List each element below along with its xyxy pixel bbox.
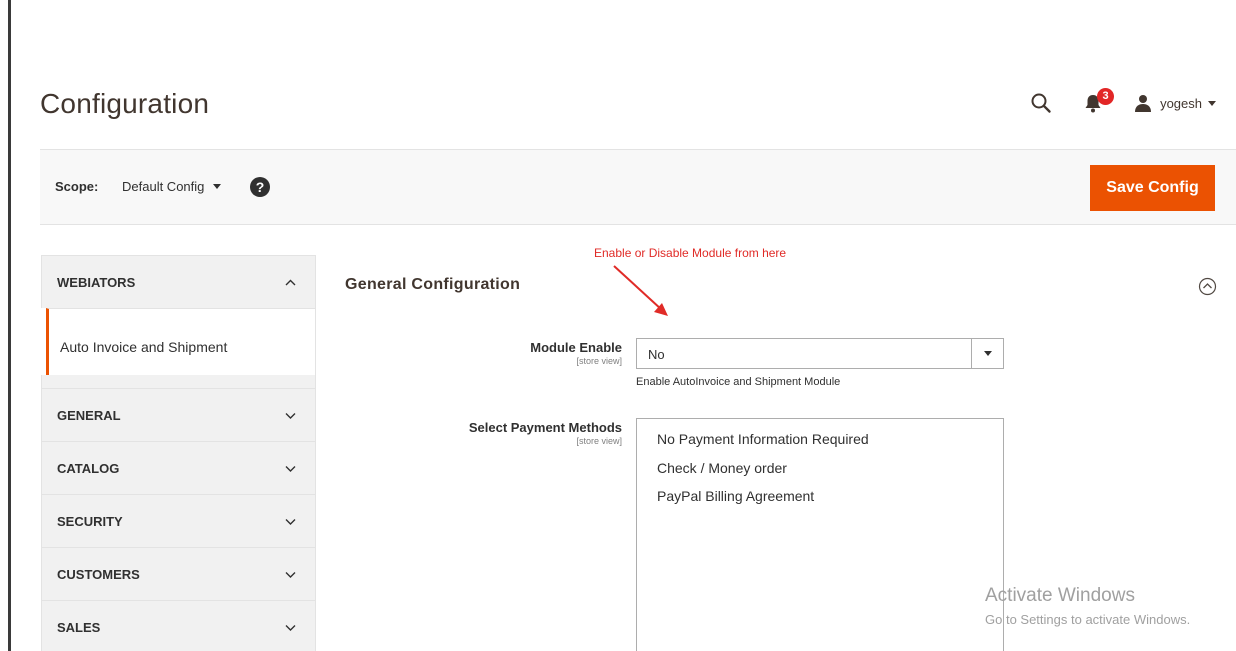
sidebar-divider [41, 375, 316, 388]
list-item[interactable]: PayPal Billing Agreement [657, 488, 814, 504]
chevron-down-icon [1208, 100, 1216, 106]
annotation-text: Enable or Disable Module from here [594, 246, 787, 260]
activate-windows-watermark: Activate Windows Go to Settings to activ… [985, 585, 1190, 627]
header-actions: 3 yogesh [1030, 88, 1216, 118]
module-enable-label: Module Enable [530, 340, 622, 355]
sidebar-section-webiators[interactable]: WEBIATORS [41, 255, 316, 308]
payment-methods-multiselect[interactable]: No Payment Information Required Check / … [636, 418, 1004, 651]
list-item[interactable]: No Payment Information Required [657, 431, 869, 447]
sidebar-section-label: SALES [57, 620, 101, 635]
page-title: Configuration [40, 88, 210, 119]
user-icon [1135, 95, 1152, 112]
annotation-arrow-icon [613, 265, 668, 316]
module-enable-select[interactable]: No [636, 338, 1004, 369]
sidebar-section-label: CUSTOMERS [57, 567, 140, 582]
user-menu[interactable]: yogesh [1134, 94, 1216, 112]
search-icon[interactable] [1030, 92, 1052, 114]
collapse-circle-icon[interactable] [1198, 277, 1217, 296]
scope-current: Default Config [122, 179, 205, 194]
sidebar-section-label: CATALOG [57, 461, 120, 476]
module-enable-note: Enable AutoInvoice and Shipment Module [636, 376, 841, 388]
scope-label: Scope: [55, 179, 99, 194]
config-sidebar: WEBIATORS Auto Invoice and Shipment GENE… [41, 255, 316, 651]
payment-methods-label: Select Payment Methods [468, 420, 622, 435]
sidebar-section-catalog[interactable]: CATALOG [41, 441, 316, 494]
sidebar-section-label: WEBIATORS [57, 275, 136, 290]
chevron-down-icon [285, 572, 296, 578]
select-value: No [648, 347, 665, 362]
sidebar-section-customers[interactable]: CUSTOMERS [41, 547, 316, 600]
help-icon[interactable]: ? [250, 177, 270, 197]
list-item[interactable]: Check / Money order [657, 460, 787, 476]
chevron-down-icon [971, 339, 1003, 368]
module-enable-scope: [store view] [576, 356, 622, 366]
sidebar-section-label: SECURITY [57, 514, 123, 529]
window-left-edge [8, 0, 11, 651]
sidebar-section-security[interactable]: SECURITY [41, 494, 316, 547]
chevron-down-icon [285, 519, 296, 525]
payment-methods-scope: [store view] [576, 436, 622, 446]
sidebar-item-label: Auto Invoice and Shipment [60, 339, 228, 355]
user-name: yogesh [1160, 95, 1202, 111]
notifications-button[interactable]: 3 [1084, 88, 1115, 114]
watermark-title: Activate Windows [985, 585, 1135, 606]
chevron-down-icon [285, 466, 296, 472]
chevron-down-icon [213, 184, 222, 189]
notification-count-badge: 3 [1097, 88, 1115, 105]
save-config-button[interactable]: Save Config [1090, 165, 1215, 211]
scope-toolbar: Scope: Default Config ? Save Config [40, 149, 1236, 225]
sidebar-section-general[interactable]: GENERAL [41, 388, 316, 441]
scope-switcher[interactable]: Default Config [122, 179, 222, 194]
chevron-down-icon [285, 625, 296, 631]
watermark-subtitle: Go to Settings to activate Windows. [985, 612, 1191, 627]
sidebar-section-sales[interactable]: SALES [41, 600, 316, 651]
section-title: General Configuration [345, 276, 521, 293]
sidebar-item-auto-invoice[interactable]: Auto Invoice and Shipment [46, 308, 316, 375]
chevron-up-icon [285, 279, 296, 286]
chevron-down-icon [285, 413, 296, 419]
sidebar-section-label: GENERAL [57, 408, 121, 423]
